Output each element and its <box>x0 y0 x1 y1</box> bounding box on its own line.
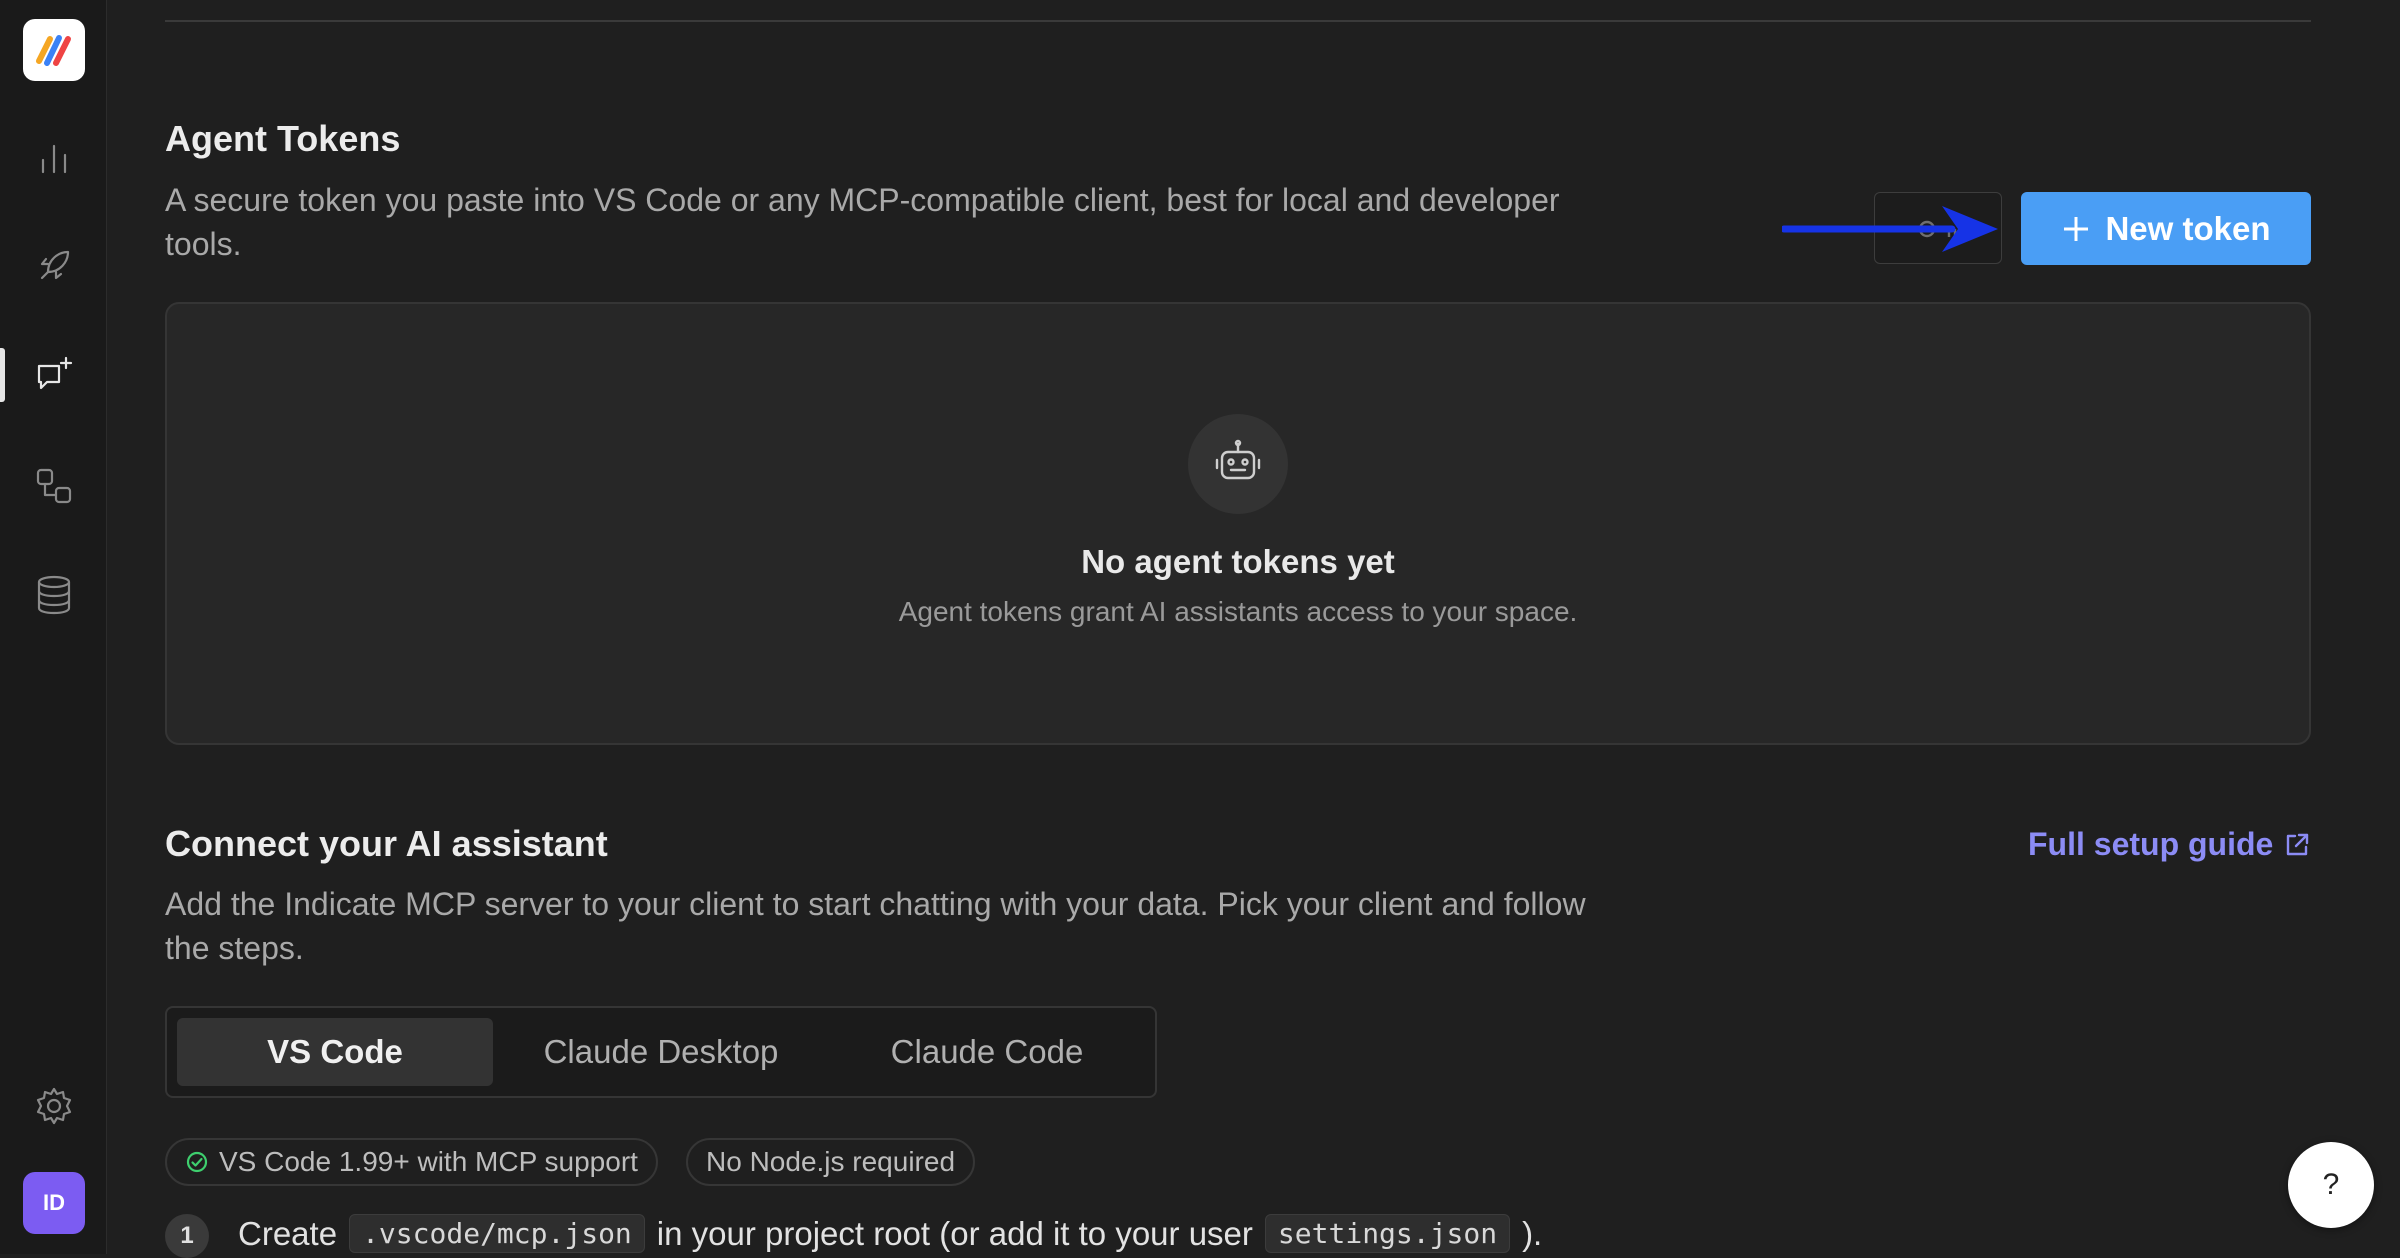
full-setup-guide-label: Full setup guide <box>2028 826 2274 862</box>
workflow-icon <box>36 468 72 504</box>
plus-icon <box>2064 216 2089 241</box>
help-button[interactable]: ? <box>2288 1142 2374 1228</box>
annotation-arrow-icon <box>1782 206 1998 252</box>
requirement-node-label: No Node.js required <box>706 1146 956 1177</box>
empty-state-subtitle: Agent tokens grant AI assistants access … <box>898 596 1578 627</box>
gear-icon <box>36 1087 72 1125</box>
bar-chart-icon <box>41 144 67 174</box>
requirement-vscode-label: VS Code 1.99+ with MCP support <box>219 1146 638 1177</box>
connect-description-line1: Add the Indicate MCP server to your clie… <box>165 886 1586 922</box>
sidebar-item-analytics[interactable] <box>30 134 78 182</box>
full-setup-guide-link[interactable]: Full setup guide <box>2028 826 2311 863</box>
database-icon <box>37 575 71 615</box>
app-logo[interactable] <box>23 19 85 81</box>
requirement-badge-vscode: VS Code 1.99+ with MCP support <box>165 1138 658 1186</box>
step-prefix: Create <box>238 1214 338 1252</box>
requirement-badge-node: No Node.js required <box>686 1138 976 1186</box>
sidebar-item-launch[interactable] <box>30 242 78 290</box>
logo-icon <box>36 35 71 66</box>
sidebar-item-ai-chat[interactable] <box>30 351 78 399</box>
step-instruction: Create .vscode/mcp.json in your project … <box>238 1214 1542 1253</box>
sidebar-item-settings[interactable] <box>30 1082 78 1130</box>
tab-claude-code[interactable]: Claude Code <box>829 1018 1145 1086</box>
sidebar: ID <box>0 0 107 1254</box>
chat-sparkle-icon <box>37 356 73 390</box>
robot-icon-container <box>1188 414 1288 514</box>
check-circle-icon <box>186 1151 208 1173</box>
agent-tokens-title: Agent Tokens <box>165 118 401 159</box>
external-link-icon <box>2287 833 2309 855</box>
step-middle: in your project root (or add it to your … <box>656 1214 1253 1252</box>
empty-state-title: No agent tokens yet <box>1081 543 1395 580</box>
connect-description: Add the Indicate MCP server to your clie… <box>165 882 1765 970</box>
tab-claude-desktop[interactable]: Claude Desktop <box>503 1018 819 1086</box>
agent-tokens-empty-state <box>165 302 2311 745</box>
sidebar-active-indicator <box>0 348 5 402</box>
connect-title: Connect your AI assistant <box>165 823 608 864</box>
new-token-button[interactable]: New token <box>2021 192 2311 265</box>
tab-vs-code[interactable]: VS Code <box>177 1018 493 1086</box>
agent-tokens-description-line2: tools. <box>165 226 242 262</box>
new-token-label: New token <box>2105 209 2271 247</box>
sidebar-item-workflows[interactable] <box>30 462 78 510</box>
user-avatar[interactable]: ID <box>23 1172 85 1234</box>
section-divider <box>165 20 2311 22</box>
connect-description-line2: the steps. <box>165 930 304 966</box>
code-settings-json: settings.json <box>1264 1214 1511 1253</box>
agent-tokens-description: A secure token you paste into VS Code or… <box>165 178 1725 266</box>
rocket-icon <box>40 250 70 280</box>
client-tabs: VS Code Claude Desktop Claude Code <box>165 1006 1157 1098</box>
step-suffix: ). <box>1522 1214 1543 1252</box>
robot-icon <box>1215 439 1261 480</box>
sidebar-item-data[interactable] <box>30 571 78 619</box>
step-number: 1 <box>165 1214 209 1258</box>
code-mcp-json: .vscode/mcp.json <box>349 1214 645 1253</box>
agent-tokens-description-line1: A secure token you paste into VS Code or… <box>165 182 1560 218</box>
